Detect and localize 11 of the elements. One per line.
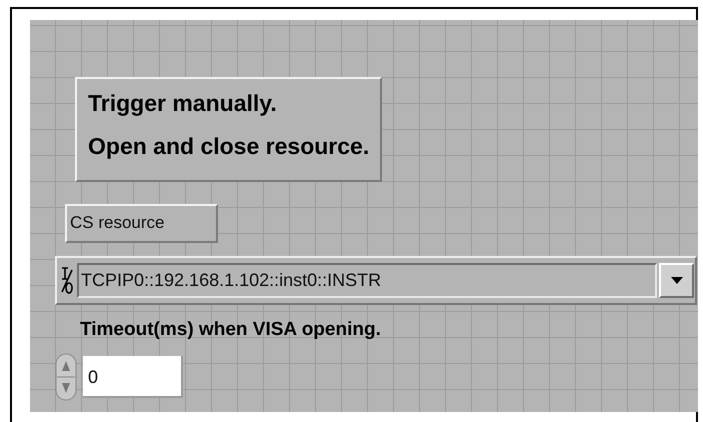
resource-field[interactable]: TCPIP0::192.168.1.102::inst0::INSTR [77, 263, 657, 298]
increment-decrement-icon[interactable] [55, 353, 77, 401]
numeric-field[interactable]: 0 [83, 356, 183, 398]
caret-icon [670, 277, 682, 284]
comment-line: Open and close resource. [88, 132, 369, 161]
comment-line: Trigger manually. [88, 89, 278, 118]
io-icon [59, 266, 75, 296]
dropdown-button[interactable] [659, 263, 694, 298]
resource-control[interactable]: TCPIP0::192.168.1.102::inst0::INSTR [55, 256, 697, 305]
control-label: CS resource [65, 204, 218, 243]
control-label: Timeout(ms) when VISA opening. [80, 318, 381, 342]
